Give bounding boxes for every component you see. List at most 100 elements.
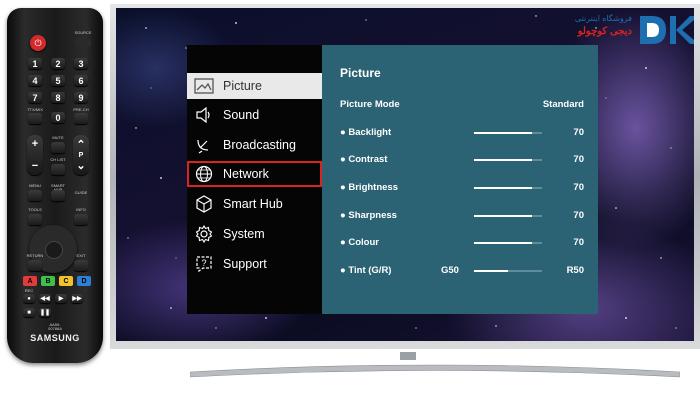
digit-3-button[interactable]: 3 (74, 58, 88, 69)
blue-d-button[interactable]: D (77, 276, 91, 286)
setting-label: ● Contrast (340, 154, 388, 165)
digit-6-button[interactable]: 6 (74, 75, 88, 86)
help-icon: ? (194, 255, 214, 273)
volume-down-icon: − (31, 160, 39, 172)
play-button[interactable]: ▶ (55, 294, 67, 303)
tv-stand (190, 352, 680, 378)
exit-button[interactable] (74, 260, 88, 271)
rec-button[interactable]: ● (23, 294, 35, 303)
contrast-row[interactable]: ● Contrast 70 (340, 154, 584, 168)
info-label: INFO (76, 207, 86, 212)
satellite-dish-icon (194, 136, 214, 154)
green-b-button[interactable]: B (41, 276, 55, 286)
menu-item-network[interactable]: Network (187, 161, 322, 187)
chlist-label: CH LIST (50, 157, 66, 162)
menu-label: MENU (29, 183, 41, 188)
menu-item-label: Smart Hub (223, 197, 283, 211)
menu-item-label: Broadcasting (223, 138, 296, 152)
tools-button[interactable] (28, 214, 42, 225)
menu-item-broadcasting[interactable]: Broadcasting (187, 132, 322, 158)
tools-label: TOOLS (28, 207, 42, 212)
volume-rocker[interactable]: + − (27, 135, 43, 175)
slider-fill (474, 187, 532, 189)
stop-button[interactable]: ■ (23, 308, 35, 317)
menu-item-picture[interactable]: Picture (187, 73, 322, 99)
menu-item-label: System (223, 227, 265, 241)
digit-7-button[interactable]: 7 (28, 92, 42, 103)
digit-8-button[interactable]: 8 (51, 92, 65, 103)
tint-green-value: G50 (441, 265, 459, 276)
tint-row[interactable]: ● Tint (G/R) G50 R50 (340, 265, 584, 279)
enter-button[interactable] (45, 241, 63, 259)
panel-title: Picture (340, 66, 381, 80)
ttx-button[interactable] (28, 113, 42, 124)
menu-item-label: Support (223, 257, 267, 271)
brightness-row[interactable]: ● Brightness 70 (340, 182, 584, 196)
menu-item-label: Sound (223, 108, 260, 122)
tint-slider[interactable] (474, 270, 542, 272)
slider-fill (474, 215, 532, 217)
red-a-button[interactable]: A (23, 276, 37, 286)
model-label: AA59-00786A (48, 322, 62, 331)
yellow-c-button[interactable]: C (59, 276, 73, 286)
info-button[interactable] (74, 214, 88, 225)
setting-label: ● Backlight (340, 127, 392, 138)
source-button[interactable] (75, 38, 91, 47)
power-button[interactable]: ⏻ (30, 35, 46, 51)
forward-button[interactable]: ▶▶ (71, 294, 83, 303)
tv-remote: ⏻ SOURCE 1 2 3 4 5 6 7 8 9 TTX/MIX 0 PRE… (7, 8, 103, 363)
logo-mark-icon (640, 16, 694, 44)
colour-slider[interactable] (474, 242, 542, 244)
digit-0-button[interactable]: 0 (51, 112, 65, 123)
chlist-button[interactable] (51, 164, 65, 175)
prech-label: PRE-CH (73, 107, 89, 112)
slider-fill (474, 270, 508, 272)
channel-down-icon: ⌄ (76, 160, 86, 172)
pause-button[interactable]: ❚❚ (39, 308, 51, 317)
return-button[interactable] (28, 260, 42, 271)
digit-2-button[interactable]: 2 (51, 58, 65, 69)
setting-value: 70 (573, 127, 584, 138)
menu-item-support[interactable]: ? Support (187, 251, 322, 277)
return-label: RETURN (26, 253, 44, 258)
prech-button[interactable] (74, 113, 88, 124)
digit-1-button[interactable]: 1 (28, 58, 42, 69)
guide-label: GUIDE (74, 190, 88, 195)
settings-menu: Picture Sound Broadcasting Network Smart… (187, 45, 322, 314)
slider-fill (474, 242, 532, 244)
cube-icon (194, 195, 214, 213)
brightness-slider[interactable] (474, 187, 542, 189)
sharpness-slider[interactable] (474, 215, 542, 217)
menu-item-sound[interactable]: Sound (187, 102, 322, 128)
rec-label: REC (24, 288, 34, 293)
exit-label: EXIT (76, 253, 86, 258)
colour-row[interactable]: ● Colour 70 (340, 237, 584, 251)
smarthub-button[interactable] (51, 190, 65, 201)
backlight-row[interactable]: ● Backlight 70 (340, 127, 584, 141)
contrast-slider[interactable] (474, 159, 542, 161)
globe-icon (194, 165, 214, 183)
setting-value: 70 (573, 210, 584, 221)
setting-value: 70 (573, 154, 584, 165)
channel-rocker[interactable]: ⌃ P ⌄ (73, 135, 89, 175)
digit-5-button[interactable]: 5 (51, 75, 65, 86)
setting-label: ● Brightness (340, 182, 398, 193)
digit-9-button[interactable]: 9 (74, 92, 88, 103)
menu-item-system[interactable]: System (187, 221, 322, 247)
menu-item-label: Network (223, 167, 269, 181)
backlight-slider[interactable] (474, 132, 542, 134)
gear-icon (194, 225, 214, 243)
menu-item-label: Picture (223, 79, 262, 93)
volume-up-icon: + (31, 138, 39, 150)
picture-mode-row[interactable]: Picture Mode Standard (340, 99, 584, 113)
setting-label: ● Sharpness (340, 210, 397, 221)
digit-4-button[interactable]: 4 (28, 75, 42, 86)
mute-button[interactable] (51, 142, 65, 153)
sharpness-row[interactable]: ● Sharpness 70 (340, 210, 584, 224)
menu-button[interactable] (28, 190, 42, 201)
ttx-label: TTX/MIX (27, 107, 43, 112)
setting-value: Standard (542, 99, 584, 110)
rewind-button[interactable]: ◀◀ (39, 294, 51, 303)
setting-value: 70 (573, 237, 584, 248)
menu-item-smart-hub[interactable]: Smart Hub (187, 191, 322, 217)
